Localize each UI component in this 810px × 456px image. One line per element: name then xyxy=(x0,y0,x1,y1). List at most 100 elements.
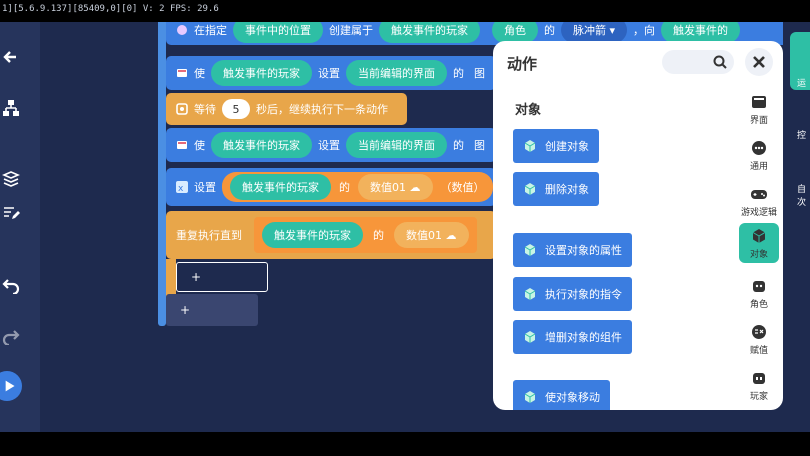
category-active-box: 对象 xyxy=(739,223,779,263)
condition-slot[interactable]: 触发事件的玩家 的 数值01 ☁ xyxy=(254,217,477,253)
category-object[interactable]: 对象 xyxy=(739,223,779,263)
screen-icon xyxy=(752,96,766,108)
param-pill[interactable]: 当前编辑的界面 xyxy=(346,60,447,86)
category-label: 赋值 xyxy=(749,346,768,356)
cube-icon xyxy=(524,391,536,403)
set-ui-block[interactable]: 使 触发事件的玩家 设置 当前编辑的界面 的 图 xyxy=(166,128,496,162)
action-create-object[interactable]: 创建对象 xyxy=(513,129,599,163)
repeat-bracket xyxy=(166,259,176,297)
cube-icon xyxy=(524,140,536,152)
player-icon xyxy=(753,373,765,384)
script-rail xyxy=(158,22,166,326)
action-edit-object-component[interactable]: 增删对象的组件 xyxy=(513,320,632,354)
category-general[interactable]: 通用 xyxy=(739,139,779,172)
empty-slot[interactable]: + xyxy=(176,262,268,292)
param-pill[interactable]: 触发事件的玩家 xyxy=(262,222,363,248)
repeat-until-block[interactable]: 重复执行直到 触发事件的玩家 的 数值01 ☁ xyxy=(166,211,496,259)
action-label: 使对象移动 xyxy=(545,391,600,404)
empty-slot[interactable]: + xyxy=(166,294,258,326)
action-move-object[interactable]: 使对象移动 xyxy=(513,380,610,410)
tab-label: 运 xyxy=(797,79,807,89)
edit-list-icon[interactable] xyxy=(0,202,22,224)
close-icon xyxy=(753,56,765,68)
back-icon[interactable] xyxy=(0,46,22,68)
close-button[interactable] xyxy=(745,48,773,76)
formula-icon: x xyxy=(176,181,188,193)
param-pill[interactable]: 触发事件的玩家 xyxy=(211,60,312,86)
category-label: 角色 xyxy=(749,300,768,310)
debug-info: 1][5.6.9.137][85409,0][0] V: 2 FPS: 29.6 xyxy=(2,4,219,14)
param-pill[interactable]: 触发事件的玩家 xyxy=(230,174,331,200)
add-icon: + xyxy=(191,270,202,284)
block-text: ，向 xyxy=(633,24,656,37)
category-label: 界面 xyxy=(749,116,768,126)
category-label: 游戏逻辑 xyxy=(740,208,777,218)
assign-icon xyxy=(752,325,766,339)
block-text: 的 xyxy=(544,24,555,37)
block-text: 重复执行直到 xyxy=(176,229,242,242)
hierarchy-icon[interactable] xyxy=(0,97,22,119)
param-pill[interactable]: 数值01 ☁ xyxy=(358,174,433,200)
block-text: 的 xyxy=(453,67,464,80)
block-text: 创建属于 xyxy=(329,24,373,37)
script-canvas[interactable]: 在指定 事件中的位置 创建属于 触发事件的玩家 角色 的 脉冲箭 ▾ ，向 触发… xyxy=(0,0,810,432)
category-ui[interactable]: 界面 xyxy=(739,93,779,126)
block-text: 的 xyxy=(373,229,384,242)
set-ui-block[interactable]: 使 触发事件的玩家 设置 当前编辑的界面 的 图 xyxy=(166,56,496,90)
magic-icon xyxy=(176,24,188,36)
action-run-object-command[interactable]: 执行对象的指令 xyxy=(513,277,632,311)
category-character[interactable]: 角色 xyxy=(739,277,779,310)
dots-icon xyxy=(752,141,766,155)
section-title: 对象 xyxy=(515,103,542,118)
param-label: 数值01 xyxy=(370,181,406,194)
block-text: 使 xyxy=(194,67,205,80)
svg-text:x: x xyxy=(178,184,184,193)
block-text: 的 xyxy=(339,181,350,194)
block-text: 设置 xyxy=(318,67,340,80)
undo-icon[interactable] xyxy=(0,274,22,296)
action-label: 设置对象的属性 xyxy=(545,244,622,257)
action-set-object-property[interactable]: 设置对象的属性 xyxy=(513,233,632,267)
category-assign[interactable]: 赋值 xyxy=(739,323,779,356)
param-pill[interactable]: 当前编辑的界面 xyxy=(346,132,447,158)
status-bar: 1][5.6.9.137][85409,0][0] V: 2 FPS: 29.6 xyxy=(0,0,810,22)
cube-icon xyxy=(524,288,536,300)
category-game-logic[interactable]: 游戏逻辑 xyxy=(739,185,779,218)
cloud-icon: ☁ xyxy=(445,228,457,242)
param-pill[interactable]: 触发事件的玩家 xyxy=(211,132,312,158)
category-label: 玩家 xyxy=(749,392,768,402)
set-value-block[interactable]: x 设置 触发事件的玩家 的 数值01 ☁ （数值） xyxy=(166,168,496,206)
cube-icon xyxy=(524,183,536,195)
value-pill[interactable]: 触发事件的玩家 的 数值01 ☁ （数值） xyxy=(222,172,493,202)
category-player[interactable]: 玩家 xyxy=(739,369,779,402)
action-delete-object[interactable]: 删除对象 xyxy=(513,172,599,206)
character-icon xyxy=(753,281,765,292)
layers-icon[interactable] xyxy=(0,168,22,190)
redo-icon[interactable] xyxy=(0,325,22,347)
block-text: （数值） xyxy=(440,181,485,194)
action-label: 创建对象 xyxy=(545,140,589,153)
panel-title: 动作 xyxy=(507,55,538,73)
number-input[interactable]: 5 xyxy=(222,99,250,119)
ui-icon xyxy=(176,67,188,79)
wait-block[interactable]: 等待 5 秒后，继续执行下一条动作 xyxy=(166,93,407,125)
action-label: 增删对象的组件 xyxy=(545,331,622,344)
tab-label: 自次 xyxy=(797,185,807,208)
action-label: 删除对象 xyxy=(545,183,589,196)
block-text: 秒后，继续执行下一条动作 xyxy=(256,103,388,116)
block-text: 的 xyxy=(453,139,464,152)
cube-icon xyxy=(524,331,536,343)
block-text: 设置 xyxy=(194,181,216,194)
cloud-icon: ☁ xyxy=(409,180,421,194)
category-label: 通用 xyxy=(749,162,768,172)
ui-icon xyxy=(176,139,188,151)
category-label: 对象 xyxy=(749,249,768,260)
param-pill[interactable]: 数值01 ☁ xyxy=(394,222,469,248)
param-label: 数值01 xyxy=(406,229,442,242)
block-text: 图 xyxy=(474,139,485,152)
cube-icon xyxy=(524,244,536,256)
block-text: 等待 xyxy=(194,103,216,116)
dropdown-label: 脉冲箭 xyxy=(573,24,606,37)
block-text: 在指定 xyxy=(194,24,227,37)
search-input[interactable] xyxy=(662,50,734,74)
